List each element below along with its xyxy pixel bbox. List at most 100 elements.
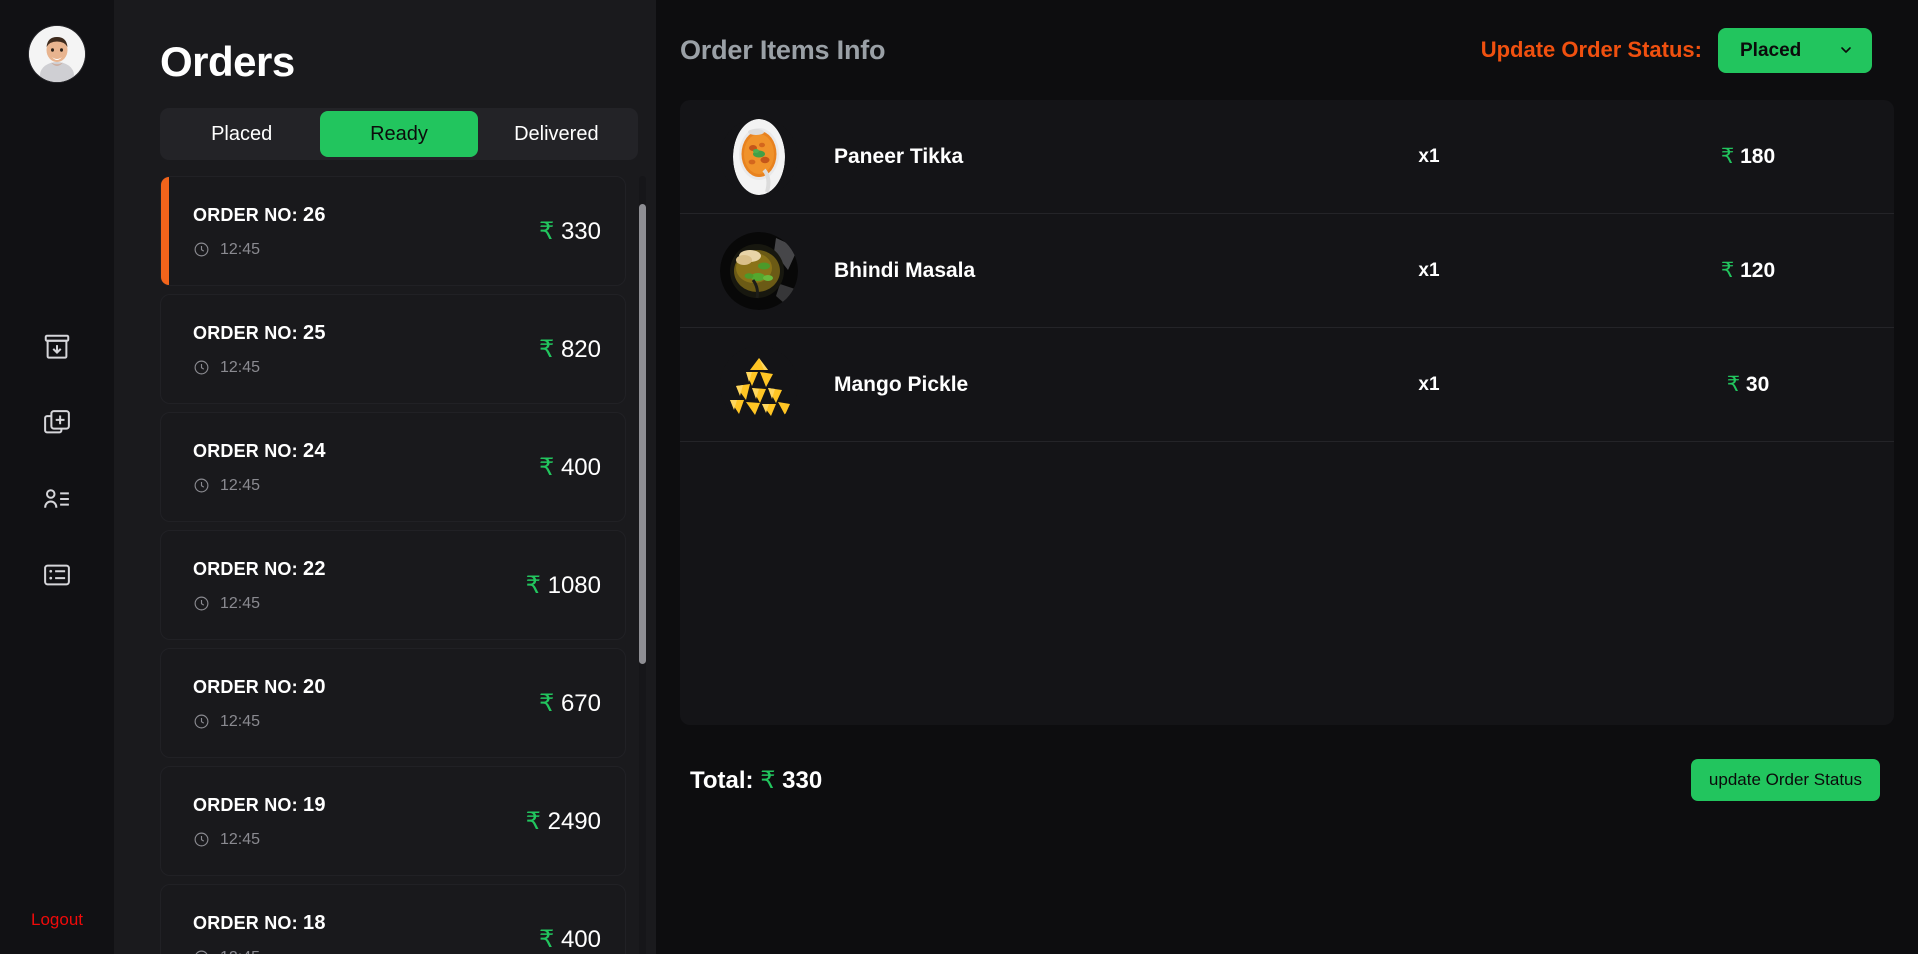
order-number: ORDER NO: 24 xyxy=(193,439,326,462)
item-currency: ₹ xyxy=(1726,373,1741,396)
order-price: ₹ 400 xyxy=(539,925,601,953)
order-number: ORDER NO: 22 xyxy=(193,557,326,580)
order-total: Total: ₹ 330 xyxy=(690,766,822,795)
order-currency: ₹ xyxy=(539,217,555,245)
order-status-tabs: Placed Ready Delivered xyxy=(160,108,638,160)
order-currency: ₹ xyxy=(539,335,555,363)
orders-list: ORDER NO: 26 12:45 ₹ 330 ORDER NO: 25 12:45 ₹… xyxy=(160,176,626,954)
order-time-value: 12:45 xyxy=(220,358,261,376)
order-number: ORDER NO: 19 xyxy=(193,793,326,816)
avatar-image xyxy=(29,26,85,82)
clock-icon xyxy=(193,241,210,258)
order-number: ORDER NO: 20 xyxy=(193,675,326,698)
order-time: 12:45 xyxy=(193,477,539,495)
item-price: ₹ 120 xyxy=(1720,259,1776,282)
item-name: Mango Pickle xyxy=(834,372,969,396)
order-time: 12:45 xyxy=(193,831,526,849)
order-card[interactable]: ORDER NO: 19 12:45 ₹ 2490 xyxy=(160,766,626,876)
item-price: ₹ 30 xyxy=(1726,373,1770,396)
order-card-info: ORDER NO: 25 12:45 xyxy=(193,322,539,377)
order-card[interactable]: ORDER NO: 22 12:45 ₹ 1080 xyxy=(160,530,626,640)
order-card[interactable]: ORDER NO: 18 12:45 ₹ 400 xyxy=(160,884,626,954)
orders-scrollbar-track[interactable] xyxy=(639,176,646,954)
total-value: 330 xyxy=(782,766,823,794)
order-card-info: ORDER NO: 26 12:45 xyxy=(193,204,539,259)
order-time-value: 12:45 xyxy=(220,712,261,730)
item-quantity: x1 xyxy=(1418,259,1440,281)
order-time-value: 12:45 xyxy=(220,476,261,494)
list-items-icon[interactable] xyxy=(40,558,74,592)
status-select-wrap: PlacedReadyDelivered xyxy=(1718,27,1872,73)
logout-button[interactable]: Logout xyxy=(0,910,114,930)
order-card-info: ORDER NO: 18 12:45 xyxy=(193,912,539,954)
sidebar: Logout xyxy=(0,0,114,954)
item-currency: ₹ xyxy=(1720,145,1735,168)
order-time-value: 12:45 xyxy=(220,949,260,954)
tab-placed[interactable]: Placed xyxy=(163,111,320,157)
update-order-status-button[interactable]: update Order Status xyxy=(1690,759,1880,801)
clock-icon xyxy=(193,831,210,848)
order-price: ₹ 330 xyxy=(539,217,601,245)
page-title: Orders xyxy=(160,38,295,85)
detail-title: Order Items Info xyxy=(680,34,886,65)
order-card-info: ORDER NO: 24 12:45 xyxy=(193,440,539,495)
order-price: ₹ 2490 xyxy=(525,807,601,835)
order-time: 12:45 xyxy=(193,713,539,731)
order-card[interactable]: ORDER NO: 20 12:45 ₹ 670 xyxy=(160,648,626,758)
update-status-label: Update Order Status: xyxy=(1480,37,1702,62)
item-name: Paneer Tikka xyxy=(834,144,964,168)
item-currency: ₹ xyxy=(1720,259,1735,282)
order-card-info: ORDER NO: 19 12:45 xyxy=(193,794,526,849)
order-items-card: Paneer Tikka x1 ₹ 180 Bhindi Masala x1 ₹ 120 M… xyxy=(680,100,1894,725)
order-currency: ₹ xyxy=(539,453,555,481)
order-currency: ₹ xyxy=(525,807,541,835)
total-currency: ₹ xyxy=(760,766,776,794)
order-number: ORDER NO: 25 xyxy=(193,321,326,344)
order-price: ₹ 1080 xyxy=(525,571,601,599)
order-card-info: ORDER NO: 22 12:45 xyxy=(193,558,526,613)
archive-download-icon[interactable] xyxy=(40,330,74,364)
food-image xyxy=(720,231,798,310)
order-item-row: Mango Pickle x1 ₹ 30 xyxy=(680,328,1894,442)
order-time: 12:45 xyxy=(193,595,526,613)
add-copy-icon[interactable] xyxy=(40,406,74,440)
detail-footer: Total: ₹ 330 update Order Status xyxy=(680,759,1894,801)
order-currency: ₹ xyxy=(525,571,541,599)
order-detail-panel: Order Items Info Update Order Status: Pl… xyxy=(656,0,1918,954)
order-time: 12:45 xyxy=(193,359,539,377)
order-item-row: Bhindi Masala x1 ₹ 120 xyxy=(680,214,1894,328)
order-time-value: 12:45 xyxy=(220,594,261,612)
clock-icon xyxy=(193,949,210,954)
order-price: ₹ 400 xyxy=(539,453,601,481)
order-number: ORDER NO: 18 xyxy=(193,911,326,934)
clock-icon xyxy=(193,359,210,376)
avatar[interactable] xyxy=(29,26,85,82)
food-image xyxy=(720,117,798,196)
order-card[interactable]: ORDER NO: 24 12:45 ₹ 400 xyxy=(160,412,626,522)
orders-scrollbar-thumb[interactable] xyxy=(639,204,646,664)
order-item-row: Paneer Tikka x1 ₹ 180 xyxy=(680,100,1894,214)
user-list-icon[interactable] xyxy=(40,482,74,516)
item-quantity: x1 xyxy=(1418,145,1440,167)
order-price: ₹ 820 xyxy=(539,335,601,363)
total-label: Total: xyxy=(690,766,754,794)
item-name: Bhindi Masala xyxy=(834,258,976,282)
tab-delivered[interactable]: Delivered xyxy=(478,111,635,157)
order-status-select[interactable]: PlacedReadyDelivered xyxy=(1718,27,1872,73)
order-number: ORDER NO: 26 xyxy=(193,203,326,226)
tab-ready[interactable]: Ready xyxy=(320,111,478,157)
order-currency: ₹ xyxy=(539,689,555,717)
item-price: ₹ 180 xyxy=(1720,145,1776,168)
order-card[interactable]: ORDER NO: 25 12:45 ₹ 820 xyxy=(160,294,626,404)
clock-icon xyxy=(193,477,210,494)
order-price: ₹ 670 xyxy=(539,689,601,717)
order-time-value: 12:45 xyxy=(220,830,261,848)
order-card-info: ORDER NO: 20 12:45 xyxy=(193,676,539,731)
order-card[interactable]: ORDER NO: 26 12:45 ₹ 330 xyxy=(160,176,626,286)
app-root: Logout Orders Placed Ready Delivered ORD… xyxy=(0,0,1918,954)
orders-scroll-area[interactable]: ORDER NO: 26 12:45 ₹ 330 ORDER NO: 25 12:45 ₹… xyxy=(160,176,646,954)
item-quantity: x1 xyxy=(1418,373,1440,395)
order-currency: ₹ xyxy=(539,925,555,953)
order-time-value: 12:45 xyxy=(220,240,261,258)
detail-header: Order Items Info Update Order Status: Pl… xyxy=(670,0,1894,100)
